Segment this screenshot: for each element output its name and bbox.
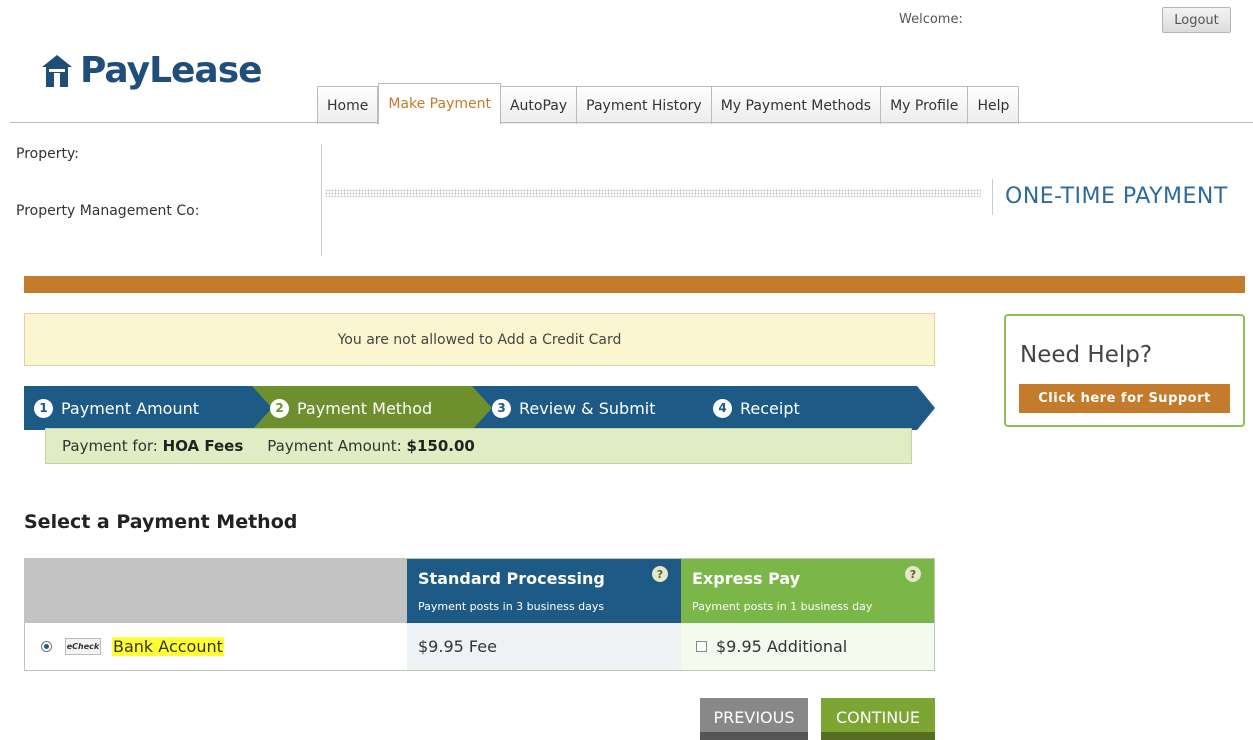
step-payment-amount: 1 Payment Amount: [34, 386, 199, 430]
need-help-box: Need Help? Click here for Support: [1004, 314, 1245, 427]
step-review-submit: 3 Review & Submit: [492, 386, 656, 430]
express-subtitle: Payment posts in 1 business day: [692, 600, 873, 613]
house-icon: [42, 54, 72, 87]
step-number: 4: [713, 398, 732, 418]
payment-method-table: Standard Processing Payment posts in 3 b…: [24, 558, 935, 671]
property-divider: [321, 144, 322, 256]
standard-subtitle: Payment posts in 3 business days: [418, 600, 605, 613]
need-help-title: Need Help?: [1020, 342, 1153, 368]
method-column-header: [25, 559, 407, 623]
dotted-rule: [325, 189, 981, 197]
tab-payment-history[interactable]: Payment History: [577, 86, 712, 124]
step-number: 1: [34, 398, 53, 418]
question-icon[interactable]: ?: [652, 566, 668, 582]
payment-amount-label: Payment Amount:: [267, 437, 402, 455]
tab-home[interactable]: Home: [317, 86, 379, 124]
heading-divider: [992, 179, 993, 215]
step-label: Receipt: [740, 398, 800, 418]
standard-fee-cell: $9.95 Fee: [407, 623, 681, 670]
paylease-logo[interactable]: PayLease: [40, 50, 263, 91]
main-nav-tabs: Home Make Payment AutoPay Payment Histor…: [317, 83, 1020, 125]
header-divider: [10, 122, 1253, 123]
tab-my-payment-methods[interactable]: My Payment Methods: [711, 86, 882, 124]
step-number: 3: [492, 398, 511, 418]
express-pay-header: Express Pay Payment posts in 1 business …: [681, 559, 934, 623]
standard-processing-header: Standard Processing Payment posts in 3 b…: [407, 559, 681, 623]
logout-button[interactable]: Logout: [1162, 7, 1231, 33]
express-fee-label: $9.95 Additional: [716, 637, 848, 656]
property-label: Property:: [16, 146, 79, 162]
credit-card-notice: You are not allowed to Add a Credit Card: [24, 313, 935, 366]
orange-banner: [24, 276, 1245, 293]
tab-make-payment[interactable]: Make Payment: [378, 83, 501, 125]
step-label: Payment Method: [297, 398, 433, 418]
tab-my-profile[interactable]: My Profile: [881, 86, 969, 124]
step-label: Review & Submit: [519, 398, 656, 418]
previous-button[interactable]: PREVIOUS: [700, 698, 808, 740]
payment-summary: Payment for: HOA Fees Payment Amount: $1…: [45, 428, 912, 464]
bank-account-radio[interactable]: [41, 641, 52, 652]
welcome-text: Welcome:: [899, 12, 963, 27]
select-method-title: Select a Payment Method: [24, 511, 298, 533]
standard-title: Standard Processing: [418, 569, 605, 588]
express-title: Express Pay: [692, 569, 801, 588]
express-pay-checkbox[interactable]: [696, 641, 707, 652]
echeck-icon: eCheck: [65, 638, 101, 655]
step-label: Payment Amount: [61, 398, 200, 418]
logo-text: PayLease: [80, 50, 263, 91]
payment-for-value: HOA Fees: [162, 437, 244, 455]
payment-for-label: Payment for:: [62, 437, 158, 455]
payment-steps: 1 Payment Amount 2 Payment Method 3 Revi…: [24, 386, 935, 430]
bank-account-label[interactable]: Bank Account: [112, 637, 224, 656]
continue-button[interactable]: CONTINUE: [821, 698, 935, 740]
payment-amount-value: $150.00: [406, 437, 475, 455]
bank-account-row: eCheck Bank Account: [25, 623, 407, 670]
tab-help[interactable]: Help: [968, 86, 1020, 124]
express-fee-cell: $9.95 Additional: [681, 623, 934, 670]
property-management-label: Property Management Co:: [16, 203, 200, 219]
step-number: 2: [270, 398, 289, 418]
tab-autopay[interactable]: AutoPay: [500, 86, 578, 124]
step-receipt: 4 Receipt: [713, 386, 800, 430]
support-button[interactable]: Click here for Support: [1019, 384, 1230, 413]
step-payment-method: 2 Payment Method: [270, 386, 432, 430]
page-title: ONE-TIME PAYMENT: [1005, 184, 1228, 209]
question-icon[interactable]: ?: [905, 566, 921, 582]
